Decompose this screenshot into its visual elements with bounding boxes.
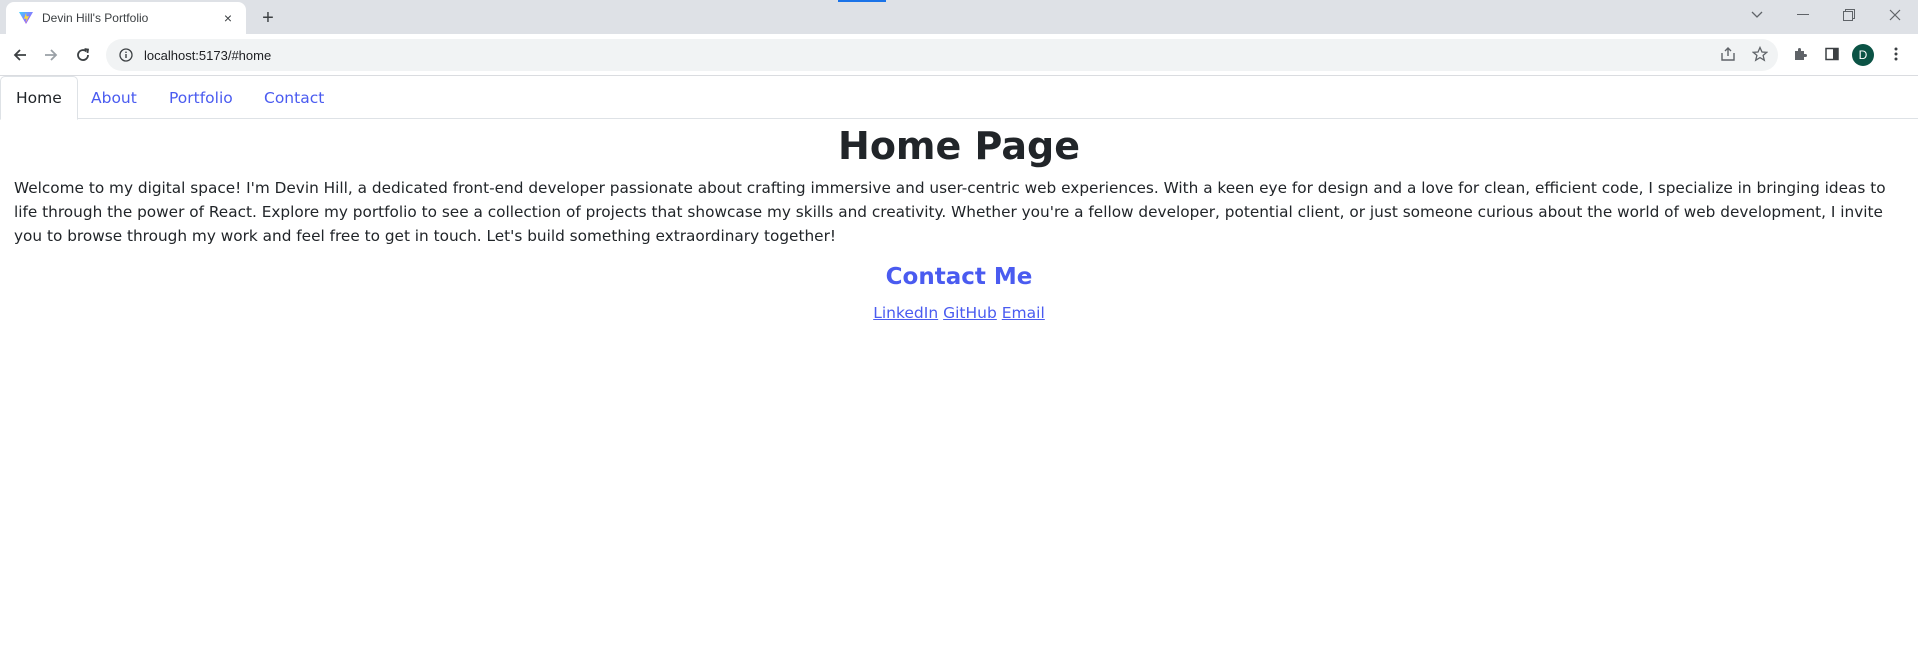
reload-icon[interactable] <box>69 41 97 69</box>
browser-toolbar: localhost:5173/#home D <box>0 34 1918 76</box>
minimize-icon[interactable] <box>1780 0 1826 30</box>
extensions-puzzle-icon[interactable] <box>1786 40 1814 68</box>
new-tab-icon[interactable]: + <box>256 6 280 30</box>
vite-logo-icon <box>18 10 34 26</box>
share-icon[interactable] <box>1714 40 1742 68</box>
bookmark-star-icon[interactable] <box>1746 40 1774 68</box>
browser-tabstrip: Devin Hill's Portfolio × + <box>0 0 1918 34</box>
url-text[interactable]: localhost:5173/#home <box>144 48 271 63</box>
page-content: Home About Portfolio Contact Home Page W… <box>0 76 1918 664</box>
nav-tabs: Home About Portfolio Contact <box>0 76 1918 120</box>
tab-search-icon[interactable] <box>1734 0 1780 30</box>
tab-close-icon[interactable]: × <box>220 10 236 26</box>
info-icon[interactable] <box>118 47 134 63</box>
github-link[interactable]: GitHub <box>943 304 997 322</box>
address-bar[interactable]: localhost:5173/#home <box>106 39 1778 71</box>
forward-arrow-icon[interactable] <box>37 41 65 69</box>
restore-icon[interactable] <box>1826 0 1872 30</box>
page-title: Home Page <box>838 124 1080 168</box>
contact-heading: Contact Me <box>885 264 1033 290</box>
tab-about[interactable]: About <box>76 76 152 119</box>
profile-avatar[interactable]: D <box>1852 44 1874 66</box>
tab-portfolio[interactable]: Portfolio <box>154 76 248 119</box>
email-link[interactable]: Email <box>1002 304 1045 322</box>
tab-title: Devin Hill's Portfolio <box>42 11 149 25</box>
tab-contact[interactable]: Contact <box>249 76 339 119</box>
more-menu-icon[interactable] <box>1882 40 1910 68</box>
close-window-icon[interactable] <box>1872 0 1918 30</box>
tab-home[interactable]: Home <box>0 76 78 120</box>
contact-links: LinkedIn GitHub Email <box>0 304 1918 322</box>
tabstrip-indicator <box>838 0 886 2</box>
browser-tab[interactable]: Devin Hill's Portfolio × <box>6 2 246 34</box>
side-panel-icon[interactable] <box>1818 40 1846 68</box>
linkedin-link[interactable]: LinkedIn <box>873 304 938 322</box>
back-arrow-icon[interactable] <box>6 41 34 69</box>
intro-paragraph: Welcome to my digital space! I'm Devin H… <box>14 179 1886 245</box>
